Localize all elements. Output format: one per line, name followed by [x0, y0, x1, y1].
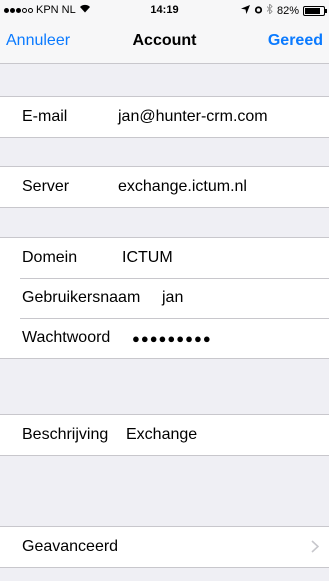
done-button[interactable]: Gereed: [268, 32, 323, 50]
status-right: 82%: [240, 2, 327, 17]
password-row[interactable]: Wachtwoord ●●●●●●●●●: [0, 318, 329, 358]
email-field[interactable]: jan@hunter-crm.com: [118, 108, 268, 126]
username-row[interactable]: Gebruikersnaam jan: [0, 278, 329, 318]
server-group: Server exchange.ictum.nl: [0, 166, 329, 208]
server-field[interactable]: exchange.ictum.nl: [118, 178, 247, 196]
username-label: Gebruikersnaam: [22, 289, 141, 306]
description-row[interactable]: Beschrijving Exchange: [0, 415, 329, 455]
description-field[interactable]: Exchange: [126, 426, 197, 444]
email-row[interactable]: E-mail jan@hunter-crm.com: [0, 97, 329, 137]
credentials-group: Domein ICTUM Gebruikersnaam jan Wachtwoo…: [0, 237, 329, 359]
description-label: Beschrijving: [22, 426, 109, 443]
bluetooth-icon: [266, 2, 273, 17]
advanced-label: Geavanceerd: [22, 538, 119, 555]
description-group: Beschrijving Exchange: [0, 414, 329, 456]
advanced-group: Geavanceerd: [0, 526, 329, 568]
password-label: Wachtwoord: [22, 329, 111, 346]
battery-icon: [303, 5, 327, 16]
navigation-bar: Annuleer Account Gereed: [0, 20, 329, 64]
chevron-right-icon: [311, 537, 320, 558]
advanced-row[interactable]: Geavanceerd: [0, 527, 329, 567]
email-label: E-mail: [22, 108, 68, 125]
domain-field[interactable]: ICTUM: [122, 249, 173, 267]
username-field[interactable]: jan: [162, 289, 183, 307]
server-label: Server: [22, 178, 70, 195]
battery-fill: [305, 7, 320, 14]
password-field[interactable]: ●●●●●●●●●: [132, 331, 212, 346]
domain-row[interactable]: Domein ICTUM: [0, 238, 329, 278]
battery-percent: 82%: [276, 4, 299, 17]
server-row[interactable]: Server exchange.ictum.nl: [0, 167, 329, 207]
location-arrow-icon: [240, 4, 250, 17]
email-group: E-mail jan@hunter-crm.com: [0, 96, 329, 138]
domain-label: Domein: [22, 249, 78, 266]
status-bar: KPN NL 14:19 82%: [0, 0, 329, 20]
alarm-icon: [254, 5, 263, 17]
